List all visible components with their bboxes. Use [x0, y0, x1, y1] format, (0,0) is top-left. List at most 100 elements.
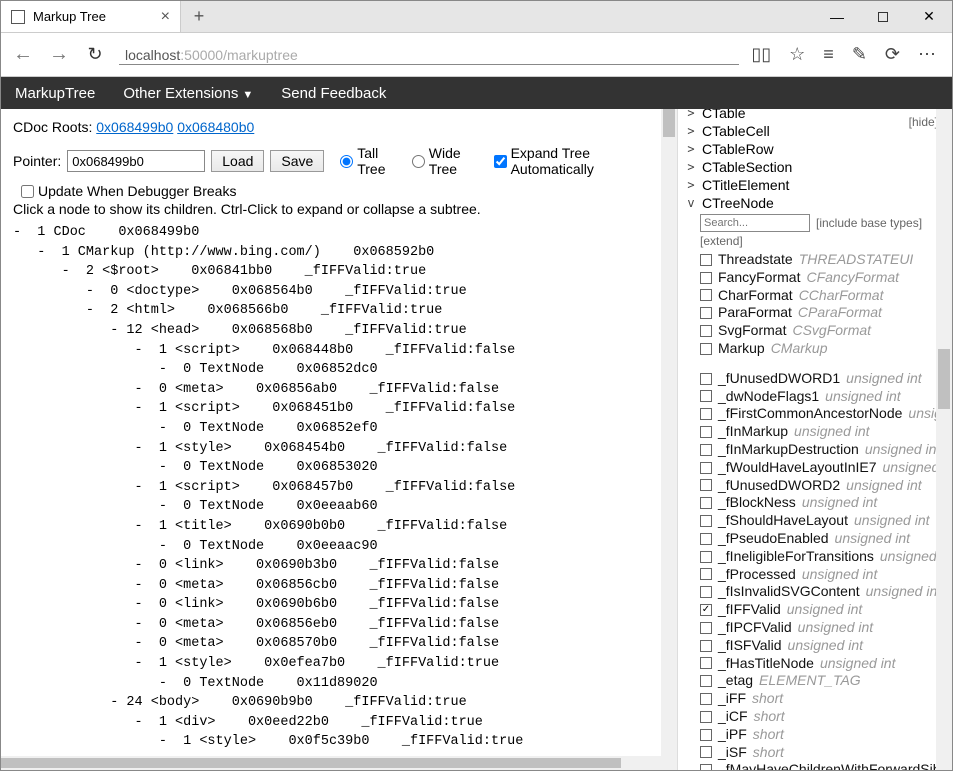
- browser-tab[interactable]: Markup Tree ×: [1, 1, 181, 32]
- property-item[interactable]: _iFFshort: [700, 690, 946, 708]
- wide-tree-radio[interactable]: Wide Tree: [412, 145, 488, 177]
- tree-node[interactable]: - 1 <style> 0x0efea7b0 _fIFFValid:true: [13, 654, 665, 674]
- property-checkbox[interactable]: [700, 640, 712, 652]
- property-checkbox[interactable]: [700, 515, 712, 527]
- property-checkbox[interactable]: [700, 622, 712, 634]
- type-item[interactable]: vCTreeNode: [686, 194, 944, 212]
- property-checkbox[interactable]: [700, 711, 712, 723]
- tree-node[interactable]: - 1 CDoc 0x068499b0: [13, 223, 665, 243]
- tree-node[interactable]: - 1 <style> 0x0f5c39b0 _fIFFValid:true: [13, 732, 665, 752]
- new-tab-button[interactable]: +: [181, 1, 217, 32]
- property-item[interactable]: _fIneligibleForTransitionsunsigned int: [700, 548, 946, 566]
- expand-auto-checkbox[interactable]: Expand Tree Automatically: [494, 145, 665, 177]
- property-item[interactable]: _iPFshort: [700, 726, 946, 744]
- property-item[interactable]: _fIsInvalidSVGContentunsigned int: [700, 583, 946, 601]
- property-checkbox[interactable]: [700, 657, 712, 669]
- property-checkbox[interactable]: [700, 693, 712, 705]
- menu-send-feedback[interactable]: Send Feedback: [281, 85, 386, 102]
- tree-node[interactable]: - 1 CMarkup (http://www.bing.com/) 0x068…: [13, 243, 665, 263]
- property-item[interactable]: _fIPCFValidunsigned int: [700, 619, 946, 637]
- property-checkbox[interactable]: [700, 272, 712, 284]
- property-checkbox[interactable]: [700, 325, 712, 337]
- property-item[interactable]: MarkupCMarkup: [700, 340, 946, 358]
- property-checkbox[interactable]: [700, 604, 712, 616]
- property-item[interactable]: _fMayHaveChildrenWithForwardSibl...: [700, 761, 946, 770]
- property-checkbox[interactable]: [700, 551, 712, 563]
- tree-node[interactable]: - 12 <head> 0x068568b0 _fIFFValid:true: [13, 321, 665, 341]
- property-search-input[interactable]: [700, 214, 810, 232]
- share-icon[interactable]: ⟳: [885, 44, 900, 65]
- address-bar[interactable]: localhost:50000/markuptree: [119, 45, 739, 65]
- property-item[interactable]: ThreadstateTHREADSTATEUI: [700, 251, 946, 269]
- type-item[interactable]: >CTableRow: [686, 140, 944, 158]
- property-item[interactable]: _fUnusedDWORD2unsigned int: [700, 477, 946, 495]
- property-item[interactable]: _fFirstCommonAncestorNodeunsig...: [700, 405, 946, 423]
- more-icon[interactable]: ⋯: [918, 44, 936, 65]
- property-item[interactable]: _fWouldHaveLayoutInIE7unsigned int: [700, 459, 946, 477]
- tree-node[interactable]: - 1 <script> 0x068457b0 _fIFFValid:false: [13, 478, 665, 498]
- left-vscrollbar[interactable]: [661, 109, 677, 770]
- property-checkbox[interactable]: [700, 729, 712, 741]
- property-item[interactable]: _dwNodeFlags1unsigned int: [700, 388, 946, 406]
- property-checkbox[interactable]: [700, 289, 712, 301]
- chevron-right-icon[interactable]: >: [686, 158, 696, 176]
- tree-node[interactable]: - 0 <doctype> 0x068564b0 _fIFFValid:true: [13, 282, 665, 302]
- property-checkbox[interactable]: [700, 307, 712, 319]
- property-checkbox[interactable]: [700, 426, 712, 438]
- tree-node[interactable]: - 0 TextNode 0x06852dc0: [13, 360, 665, 380]
- property-item[interactable]: _iCFshort: [700, 708, 946, 726]
- tree-node[interactable]: - 2 <html> 0x068566b0 _fIFFValid:true: [13, 301, 665, 321]
- tree-node[interactable]: - 0 TextNode 0x0eeaab60: [13, 497, 665, 517]
- property-item[interactable]: _iSFshort: [700, 744, 946, 762]
- cdoc-root-link-2[interactable]: 0x068480b0: [177, 119, 254, 135]
- update-break-checkbox[interactable]: Update When Debugger Breaks: [21, 183, 236, 199]
- tree-node[interactable]: - 1 <script> 0x068448b0 _fIFFValid:false: [13, 341, 665, 361]
- property-checkbox[interactable]: [700, 408, 712, 420]
- menu-markuptree[interactable]: MarkupTree: [15, 85, 95, 102]
- tree-node[interactable]: - 0 <link> 0x0690b3b0 _fIFFValid:false: [13, 556, 665, 576]
- tree-node[interactable]: - 1 <script> 0x068451b0 _fIFFValid:false: [13, 399, 665, 419]
- chevron-down-icon[interactable]: v: [686, 194, 696, 212]
- tree-node[interactable]: - 1 <div> 0x0eed22b0 _fIFFValid:true: [13, 713, 665, 733]
- property-checkbox[interactable]: [700, 479, 712, 491]
- property-item[interactable]: _fProcessedunsigned int: [700, 566, 946, 584]
- tree-node[interactable]: - 0 <meta> 0x06856eb0 _fIFFValid:false: [13, 615, 665, 635]
- property-item[interactable]: SvgFormatCSvgFormat: [700, 322, 946, 340]
- tree-node[interactable]: - 0 TextNode 0x06852ef0: [13, 419, 665, 439]
- type-item[interactable]: >CTable: [686, 109, 944, 122]
- property-item[interactable]: ParaFormatCParaFormat: [700, 304, 946, 322]
- property-checkbox[interactable]: [700, 746, 712, 758]
- chevron-right-icon[interactable]: >: [686, 122, 696, 140]
- property-item[interactable]: _fShouldHaveLayoutunsigned int: [700, 512, 946, 530]
- property-checkbox[interactable]: [700, 390, 712, 402]
- extend-link[interactable]: [extend]: [700, 234, 952, 248]
- property-checkbox[interactable]: [700, 343, 712, 355]
- tree-node[interactable]: - 2 <$root> 0x06841bb0 _fIFFValid:true: [13, 262, 665, 282]
- pointer-input[interactable]: [67, 150, 205, 172]
- tree-node[interactable]: - 0 <meta> 0x06856cb0 _fIFFValid:false: [13, 576, 665, 596]
- chevron-right-icon[interactable]: >: [686, 109, 696, 122]
- chevron-right-icon[interactable]: >: [686, 176, 696, 194]
- hide-link[interactable]: [hide]: [909, 115, 938, 129]
- property-item[interactable]: _fHasTitleNodeunsigned int: [700, 655, 946, 673]
- right-vscrollbar[interactable]: [936, 109, 952, 770]
- property-item[interactable]: _fUnusedDWORD1unsigned int: [700, 370, 946, 388]
- property-checkbox[interactable]: [700, 497, 712, 509]
- property-checkbox[interactable]: [700, 568, 712, 580]
- load-button[interactable]: Load: [211, 150, 264, 172]
- tall-tree-radio[interactable]: Tall Tree: [340, 145, 406, 177]
- tree-node[interactable]: - 0 TextNode 0x06853020: [13, 458, 665, 478]
- property-item[interactable]: _fPseudoEnabledunsigned int: [700, 530, 946, 548]
- property-item[interactable]: _fInMarkupDestructionunsigned int: [700, 441, 946, 459]
- tree-node[interactable]: - 1 <title> 0x0690b0b0 _fIFFValid:false: [13, 517, 665, 537]
- back-button[interactable]: ←: [11, 43, 35, 66]
- property-checkbox[interactable]: [700, 586, 712, 598]
- include-base-link[interactable]: [include base types]: [816, 216, 922, 230]
- property-item[interactable]: _fISFValidunsigned int: [700, 637, 946, 655]
- property-checkbox[interactable]: [700, 373, 712, 385]
- cdoc-root-link-1[interactable]: 0x068499b0: [96, 119, 173, 135]
- tree-node[interactable]: - 0 <meta> 0x06856ab0 _fIFFValid:false: [13, 380, 665, 400]
- reload-button[interactable]: ↻: [83, 44, 107, 65]
- maximize-button[interactable]: [860, 1, 906, 32]
- property-checkbox[interactable]: [700, 444, 712, 456]
